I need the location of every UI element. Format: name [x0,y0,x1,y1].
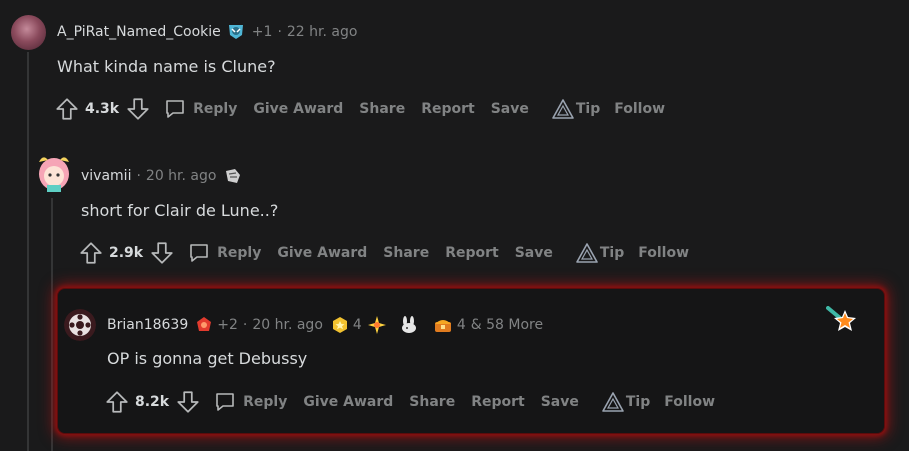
report-button[interactable]: Report [421,101,475,117]
avatar[interactable] [11,15,46,50]
reply-icon [166,100,184,118]
share-button[interactable]: Share [359,101,405,117]
vote-score: 2.9k [109,245,144,261]
thread-line-root[interactable] [27,52,29,451]
tip-icon [602,392,624,412]
tip-button[interactable]: Tip [551,98,600,120]
report-button[interactable]: Report [445,245,499,261]
tip-icon [576,243,598,263]
follow-button[interactable]: Follow [614,101,665,117]
username[interactable]: vivamii [81,168,131,184]
follow-button[interactable]: Follow [638,245,689,261]
bunny-award-icon[interactable] [399,316,419,334]
comment-meta: vivamii · 20 hr. ago [81,167,243,185]
upvote-icon[interactable] [54,96,80,122]
comment-meta: A_PiRat_Named_Cookie +1 · 22 hr. ago [57,23,358,41]
upvote-icon[interactable] [104,389,130,415]
more-awards-link[interactable]: & 58 More [471,317,543,333]
thread-line-child[interactable] [51,198,53,451]
star-award-icon[interactable] [826,306,858,334]
give-award-button[interactable]: Give Award [303,394,393,410]
reply-button[interactable]: Reply [213,390,287,414]
tip-button[interactable]: Tip [601,391,650,413]
avatar[interactable] [64,309,96,341]
vote-score: 8.2k [135,394,170,410]
username[interactable]: Brian18639 [107,317,188,333]
avatar[interactable] [35,152,73,192]
save-button[interactable]: Save [515,245,553,261]
reply-button[interactable]: Reply [187,241,261,265]
user-flair-icon [226,23,246,41]
follow-button[interactable]: Follow [664,394,715,410]
user-flair-icon [195,316,213,334]
reply-icon [216,393,234,411]
comment-actions: 4.3k Reply Give Award Share Report Save … [54,96,665,122]
downvote-icon[interactable] [149,240,175,266]
share-button[interactable]: Share [383,245,429,261]
comment-actions: 2.9k Reply Give Award Share Report Save … [78,240,689,266]
award-plus-count: +2 [217,317,238,333]
save-button[interactable]: Save [541,394,579,410]
tip-button[interactable]: Tip [575,242,624,264]
vote-score: 4.3k [85,101,120,117]
timestamp[interactable]: 20 hr. ago [146,168,217,184]
timestamp[interactable]: 20 hr. ago [252,317,323,333]
upvote-icon[interactable] [78,240,104,266]
save-button[interactable]: Save [491,101,529,117]
award-count: 4 [352,317,362,333]
comment-actions: 8.2k Reply Give Award Share Report Save … [104,389,715,415]
comment-meta: Brian18639 +2 · 20 hr. ago 4 4 & 58 More [107,315,544,335]
give-award-button[interactable]: Give Award [277,245,367,261]
downvote-icon[interactable] [125,96,151,122]
award-icon [223,167,243,185]
comment-body: short for Clair de Lune..? [81,201,279,220]
comment-body: What kinda name is Clune? [57,57,276,76]
gold-award-icon[interactable] [331,316,349,334]
share-button[interactable]: Share [409,394,455,410]
sparkle-award-icon[interactable] [367,315,387,335]
award-count: 4 [456,317,466,333]
comment-body: OP is gonna get Debussy [107,349,308,368]
award-plus-count: +1 [251,24,273,40]
reply-button[interactable]: Reply [163,97,237,121]
report-button[interactable]: Report [471,394,525,410]
treasure-award-icon[interactable] [433,316,453,334]
downvote-icon[interactable] [175,389,201,415]
give-award-button[interactable]: Give Award [253,101,343,117]
reply-icon [190,244,208,262]
username[interactable]: A_PiRat_Named_Cookie [57,24,221,40]
tip-icon [552,99,574,119]
timestamp[interactable]: 22 hr. ago [287,24,358,40]
